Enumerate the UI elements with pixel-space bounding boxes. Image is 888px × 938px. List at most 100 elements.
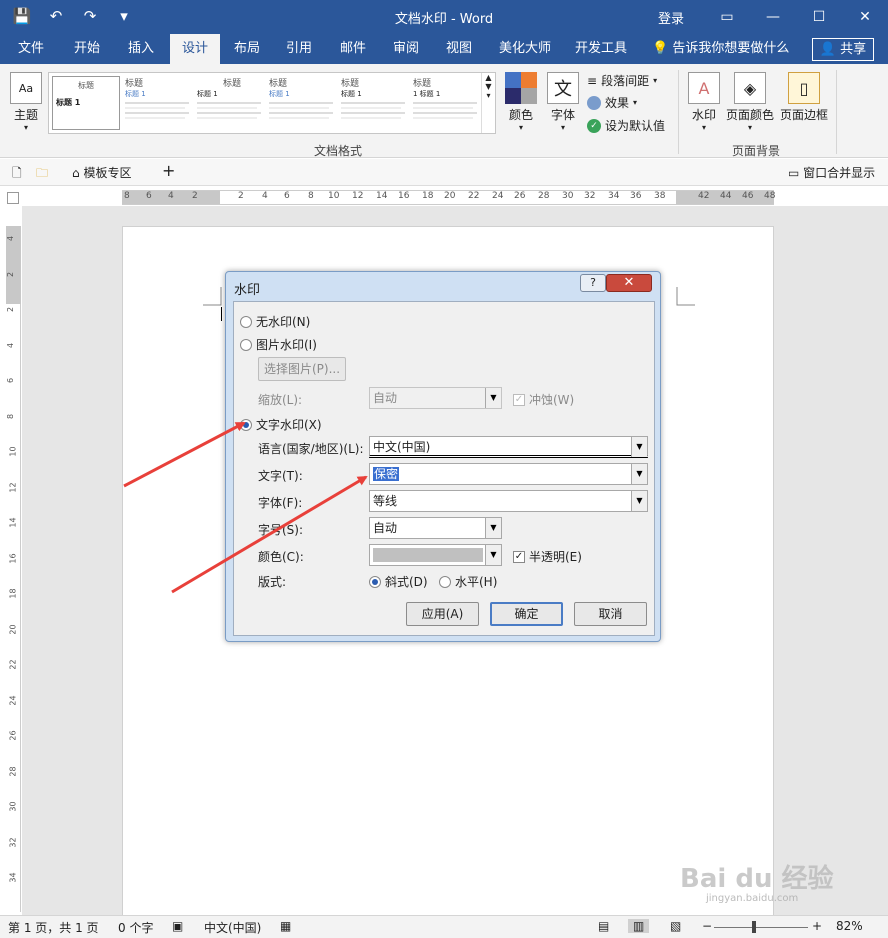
tab-file[interactable]: 文件 — [12, 34, 50, 64]
zoom-in-button[interactable]: + — [812, 919, 822, 933]
style-set-heading: 标题 1 — [197, 90, 218, 98]
word-count[interactable]: 0 个字 — [118, 919, 153, 936]
proofing-icon[interactable]: ▣ — [172, 919, 183, 933]
read-mode-icon[interactable]: ▤ — [598, 919, 609, 933]
palette-icon — [505, 72, 537, 104]
text-combo[interactable]: 保密 ▼ — [369, 463, 648, 485]
tab-beautify[interactable]: 美化大师 — [493, 34, 557, 64]
paragraph-spacing-button[interactable]: ≡ 段落间距 ▾ — [587, 72, 657, 89]
gallery-scroll[interactable]: ▲ ▼ ▾ — [481, 73, 495, 133]
set-as-default-label: 设为默认值 — [605, 119, 666, 133]
diagonal-radio[interactable]: 斜式(D) — [369, 573, 428, 590]
style-set-item[interactable]: 标题 标题 1 — [125, 76, 195, 130]
tell-me-search[interactable]: 💡 告诉我你想要做什么 — [652, 34, 789, 64]
tab-mailings[interactable]: 邮件 — [334, 34, 372, 64]
macro-icon[interactable]: ▦ — [280, 919, 291, 933]
tab-insert[interactable]: 插入 — [122, 34, 160, 64]
ruler-number: 2 — [6, 271, 16, 277]
ruler-number: 30 — [562, 191, 574, 201]
radio-indicator — [369, 575, 381, 588]
share-button[interactable]: 👤 共享 — [812, 38, 874, 61]
tab-layout[interactable]: 布局 — [228, 34, 266, 64]
page-borders-button[interactable]: ▯ 页面边框 — [778, 72, 830, 123]
language-indicator[interactable]: 中文(中国) — [204, 919, 261, 936]
language-select[interactable]: 中文(中国) ▼ — [369, 436, 648, 458]
maximize-icon[interactable]: ☐ — [796, 0, 842, 34]
ok-button[interactable]: 确定 — [490, 602, 563, 626]
tab-developer[interactable]: 开发工具 — [569, 34, 633, 64]
tab-review[interactable]: 审阅 — [387, 34, 425, 64]
no-watermark-radio[interactable]: 无水印(N) — [240, 313, 310, 330]
size-select[interactable]: 自动 ▼ — [369, 517, 502, 539]
select-picture-button[interactable]: 选择图片(P)... — [258, 357, 346, 381]
ruler-number: 26 — [514, 191, 526, 201]
chevron-down-icon: ▾ — [518, 123, 523, 132]
help-button[interactable]: ? — [580, 274, 606, 292]
zoom-level[interactable]: 82% — [836, 919, 863, 933]
ribbon-display-icon[interactable]: ▭ — [704, 0, 750, 34]
picture-watermark-radio[interactable]: 图片水印(I) — [240, 336, 317, 353]
themes-button[interactable]: Aa 主题 ▾ — [8, 72, 44, 132]
checkbox-indicator: ✓ — [513, 550, 525, 563]
font-select[interactable]: 等线 ▼ — [369, 490, 648, 512]
page-count[interactable]: 第 1 页，共 1 页 — [8, 919, 99, 936]
group-divider — [836, 70, 837, 154]
add-tab-button[interactable]: + — [162, 161, 175, 180]
login-link[interactable]: 登录 — [658, 8, 684, 27]
style-set-item[interactable]: 标题 1 标题 1 — [413, 76, 483, 130]
style-set-item[interactable]: 标题 标题 1 — [197, 76, 267, 130]
tab-references[interactable]: 引用 — [280, 34, 318, 64]
style-set-gallery: 标题 标题 1 标题 标题 1 标题 标题 1 标题 标题 1 标题 标题 1 … — [48, 72, 496, 134]
lightbulb-icon: 💡 — [652, 41, 669, 56]
minimize-icon[interactable]: — — [750, 0, 796, 34]
tab-home[interactable]: 开始 — [68, 34, 106, 64]
ruler-number: 32 — [584, 191, 596, 201]
ruler-number: 16 — [8, 552, 18, 564]
ribbon-design: Aa 主题 ▾ 标题 标题 1 标题 标题 1 标题 标题 1 标题 标题 1 … — [0, 64, 888, 158]
cancel-button[interactable]: 取消 — [574, 602, 647, 626]
colors-button[interactable]: 颜色 ▾ — [502, 72, 540, 132]
ruler-number: 12 — [8, 481, 18, 493]
tab-design[interactable]: 设计 — [170, 34, 221, 64]
horizontal-ruler[interactable]: 8 6 4 2 2 4 6 8 10 12 14 16 18 20 22 24 26 28 30 32 34 36 38 42… — [122, 190, 775, 205]
tab-view[interactable]: 视图 — [440, 34, 478, 64]
scale-select[interactable]: 自动 ▼ — [369, 387, 502, 409]
zoom-slider-handle[interactable] — [752, 921, 756, 933]
color-swatch — [373, 548, 483, 562]
apply-button[interactable]: 应用(A) — [406, 602, 479, 626]
color-label: 颜色(C): — [258, 550, 304, 564]
print-layout-icon[interactable]: ▥ — [628, 919, 650, 933]
zoom-out-button[interactable]: − — [702, 919, 712, 933]
set-as-default-button[interactable]: ✓ 设为默认值 — [587, 117, 665, 134]
effects-button[interactable]: 效果 ▾ — [587, 94, 637, 111]
style-set-item[interactable]: 标题 标题 1 — [341, 76, 411, 130]
template-zone-tab[interactable]: ⌂ 模板专区 — [72, 164, 131, 181]
ruler-number: 4 — [168, 191, 174, 201]
fonts-button[interactable]: 文 字体 ▾ — [544, 72, 582, 132]
tab-selector[interactable] — [7, 192, 19, 204]
style-set-item[interactable]: 标题 标题 1 — [52, 76, 120, 130]
text-watermark-radio[interactable]: 文字水印(X) — [240, 416, 322, 433]
merge-windows-button[interactable]: ▭ 窗口合并显示 — [788, 164, 875, 181]
title-bar: 💾 ↶ ↷ ▾ 文档水印 - Word 登录 ▭ — ☐ ✕ — [0, 0, 888, 34]
checkmark-icon: ✓ — [587, 118, 601, 133]
radio-indicator — [240, 338, 252, 351]
size-value: 自动 — [373, 521, 398, 535]
folder-icon[interactable]: 🗀 — [36, 164, 48, 185]
size-label: 字号(S): — [258, 523, 304, 537]
washout-checkbox[interactable]: ✓ 冲蚀(W) — [513, 391, 574, 408]
dialog-close-button[interactable]: ✕ — [606, 274, 652, 292]
color-select[interactable]: ▼ — [369, 544, 502, 566]
semitransparent-checkbox[interactable]: ✓ 半透明(E) — [513, 548, 582, 565]
zoom-slider[interactable] — [714, 927, 808, 928]
template-zone-label: 模板专区 — [83, 166, 132, 180]
page-color-button[interactable]: ◈ 页面颜色 ▾ — [724, 72, 776, 132]
horizontal-radio[interactable]: 水平(H) — [439, 573, 497, 590]
vertical-ruler[interactable]: 4 2 2 4 6 8 10 12 14 16 18 20 22 24 26 28 30 32 34 — [6, 226, 21, 912]
style-set-item[interactable]: 标题 标题 1 — [269, 76, 339, 130]
watermark-button[interactable]: A 水印 ▾ — [686, 72, 722, 132]
close-icon[interactable]: ✕ — [842, 0, 888, 34]
chevron-down-icon: ▼ — [485, 545, 501, 565]
new-document-icon[interactable]: 🗋 — [12, 164, 22, 185]
web-layout-icon[interactable]: ▧ — [670, 919, 681, 933]
